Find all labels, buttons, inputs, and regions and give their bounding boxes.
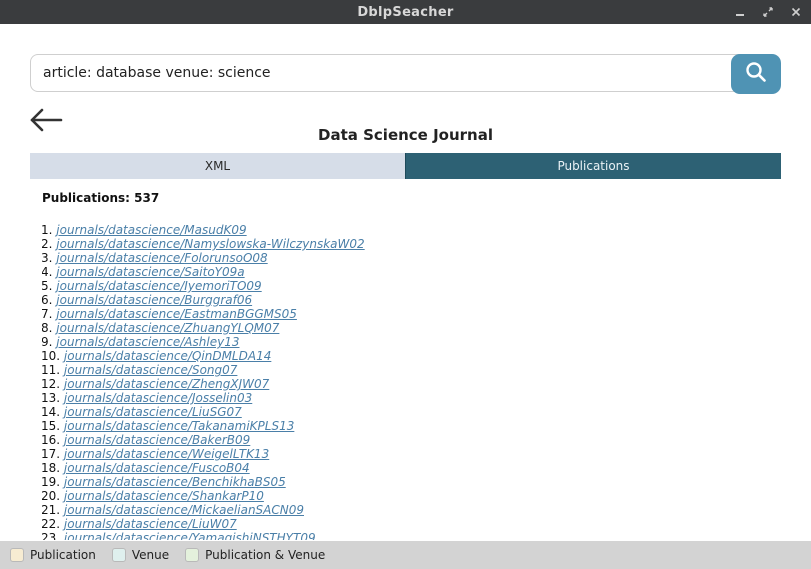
list-item-number: 13. xyxy=(42,391,61,405)
list-item-number: 7. xyxy=(42,307,53,321)
list-item: 6. journals/datascience/Burggraf06 xyxy=(42,293,782,307)
legend-swatch-venue xyxy=(111,548,126,562)
list-item-number: 16. xyxy=(42,433,61,447)
publication-link[interactable]: journals/datascience/Song07 xyxy=(64,363,237,377)
publication-link[interactable]: journals/datascience/LiuSG07 xyxy=(64,405,242,419)
close-icon[interactable] xyxy=(789,5,803,19)
list-item: 22. journals/datascience/LiuW07 xyxy=(42,517,782,531)
legend-swatch-publication-venue xyxy=(185,548,200,562)
list-item: 5. journals/datascience/IyemoriTO09 xyxy=(42,279,782,293)
legend-item-venue: Venue xyxy=(111,548,170,562)
publication-link[interactable]: journals/datascience/FuscoB04 xyxy=(64,461,250,475)
list-item: 23. journals/datascience/YamagishiNSTHYT… xyxy=(42,531,782,540)
list-item: 13. journals/datascience/Josselin03 xyxy=(42,391,782,405)
list-item-number: 6. xyxy=(42,293,53,307)
legend-label: Venue xyxy=(131,548,170,562)
list-item: 7. journals/datascience/EastmanBGGMS05 xyxy=(42,307,782,321)
list-item: 11. journals/datascience/Song07 xyxy=(42,363,782,377)
publications-list: 1. journals/datascience/MasudK09 2. journ… xyxy=(42,223,782,540)
list-item-number: 21. xyxy=(42,503,61,517)
search-bar xyxy=(30,54,781,94)
list-item: 18. journals/datascience/FuscoB04 xyxy=(42,461,782,475)
publication-link[interactable]: journals/datascience/BakerB09 xyxy=(64,433,250,447)
list-item: 1. journals/datascience/MasudK09 xyxy=(42,223,782,237)
minimize-icon[interactable] xyxy=(733,5,747,19)
list-item: 20. journals/datascience/ShankarP10 xyxy=(42,489,782,503)
publication-link[interactable]: journals/datascience/SaitoY09a xyxy=(56,265,244,279)
publication-link[interactable]: journals/datascience/Ashley13 xyxy=(56,335,239,349)
search-input[interactable] xyxy=(30,54,740,92)
tab-bar: XML Publications xyxy=(30,153,781,179)
list-item-number: 10. xyxy=(42,349,61,363)
publication-link[interactable]: journals/datascience/QinDMLDA14 xyxy=(64,349,271,363)
restore-icon[interactable] xyxy=(761,5,775,19)
list-item: 8. journals/datascience/ZhuangYLQM07 xyxy=(42,321,782,335)
publication-link[interactable]: journals/datascience/Josselin03 xyxy=(64,391,252,405)
tab-xml[interactable]: XML xyxy=(30,153,405,179)
list-item-number: 19. xyxy=(42,475,61,489)
publication-link[interactable]: journals/datascience/ShankarP10 xyxy=(64,489,264,503)
list-item-number: 12. xyxy=(42,377,61,391)
list-item: 21. journals/datascience/MickaelianSACN0… xyxy=(42,503,782,517)
publication-link[interactable]: journals/datascience/TakanamiKPLS13 xyxy=(64,419,294,433)
list-item-number: 15. xyxy=(42,419,61,433)
publication-link[interactable]: journals/datascience/BenchikhaBS05 xyxy=(64,475,286,489)
list-item: 15. journals/datascience/TakanamiKPLS13 xyxy=(42,419,782,433)
list-item: 19. journals/datascience/BenchikhaBS05 xyxy=(42,475,782,489)
list-item-number: 9. xyxy=(42,335,53,349)
publication-link[interactable]: journals/datascience/FolorunsoO08 xyxy=(56,251,267,265)
publication-link[interactable]: journals/datascience/MasudK09 xyxy=(56,223,246,237)
list-item-number: 4. xyxy=(42,265,53,279)
list-item-number: 11. xyxy=(42,363,61,377)
list-item-number: 3. xyxy=(42,251,53,265)
legend-bar: Publication Venue Publication & Venue xyxy=(0,541,811,569)
publication-link[interactable]: journals/datascience/LiuW07 xyxy=(64,517,237,531)
publication-link[interactable]: journals/datascience/EastmanBGGMS05 xyxy=(56,307,297,321)
page-title: Data Science Journal xyxy=(318,126,493,144)
legend-item-publication-venue: Publication & Venue xyxy=(185,548,325,562)
publications-count: Publications: 537 xyxy=(42,191,160,205)
publication-link[interactable]: journals/datascience/Namyslowska-Wilczyn… xyxy=(56,237,364,251)
list-item-number: 18. xyxy=(42,461,61,475)
search-icon xyxy=(745,61,767,87)
list-item: 3. journals/datascience/FolorunsoO08 xyxy=(42,251,782,265)
list-item-number: 5. xyxy=(42,279,53,293)
publication-link[interactable]: journals/datascience/IyemoriTO09 xyxy=(56,279,261,293)
publication-link[interactable]: journals/datascience/ZhuangYLQM07 xyxy=(56,321,279,335)
publication-link[interactable]: journals/datascience/YamagishiNSTHYT09 xyxy=(64,531,316,540)
list-item-number: 2. xyxy=(42,237,53,251)
publication-link[interactable]: journals/datascience/WeigelLTK13 xyxy=(64,447,269,461)
legend-item-publication: Publication xyxy=(10,548,96,562)
title-bar: DblpSeacher xyxy=(0,0,811,24)
list-item: 2. journals/datascience/Namyslowska-Wilc… xyxy=(42,237,782,251)
publication-link[interactable]: journals/datascience/MickaelianSACN09 xyxy=(64,503,304,517)
window-controls xyxy=(733,0,803,24)
list-item: 16. journals/datascience/BakerB09 xyxy=(42,433,782,447)
window-title: DblpSeacher xyxy=(357,4,454,20)
publication-link[interactable]: journals/datascience/ZhengXJW07 xyxy=(64,377,269,391)
list-item-number: 1. xyxy=(42,223,53,237)
publication-link[interactable]: journals/datascience/Burggraf06 xyxy=(56,293,252,307)
list-item-number: 8. xyxy=(42,321,53,335)
legend-label: Publication xyxy=(30,548,96,562)
list-item: 14. journals/datascience/LiuSG07 xyxy=(42,405,782,419)
list-item-number: 14. xyxy=(42,405,61,419)
list-item-number: 20. xyxy=(42,489,61,503)
tab-publications[interactable]: Publications xyxy=(405,153,781,179)
list-item: 4. journals/datascience/SaitoY09a xyxy=(42,265,782,279)
list-item: 17. journals/datascience/WeigelLTK13 xyxy=(42,447,782,461)
list-item: 10. journals/datascience/QinDMLDA14 xyxy=(42,349,782,363)
list-item-number: 23. xyxy=(42,531,61,540)
legend-swatch-publication xyxy=(10,548,24,562)
list-item-number: 22. xyxy=(42,517,61,531)
list-item: 9. journals/datascience/Ashley13 xyxy=(42,335,782,349)
search-button[interactable] xyxy=(731,54,781,94)
legend-label: Publication & Venue xyxy=(205,548,326,562)
list-item: 12. journals/datascience/ZhengXJW07 xyxy=(42,377,782,391)
list-item-number: 17. xyxy=(42,447,61,461)
publications-panel: Publications: 537 1. journals/datascienc… xyxy=(42,190,782,540)
